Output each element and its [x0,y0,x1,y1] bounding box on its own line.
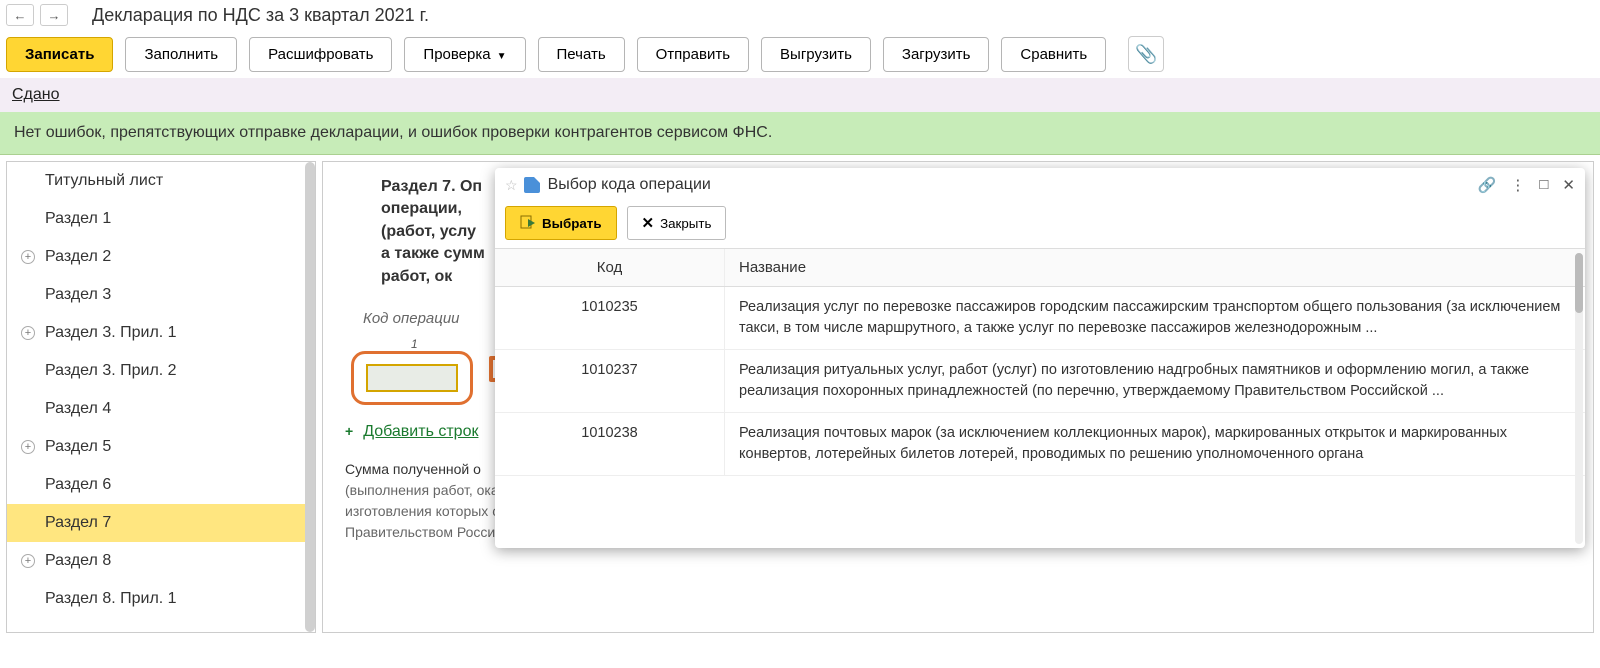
code-field-highlight [351,351,473,405]
sidebar-item[interactable]: + Раздел 3. Прил. 1 [7,314,315,352]
cell-name: Реализация ритуальных услуг, работ (услу… [725,350,1585,412]
nav-back-button[interactable]: ← [6,4,34,26]
sidebar: Титульный лист Раздел 1 + Раздел 2 Раздел 3 +… [6,161,316,633]
plus-icon: + [345,423,353,439]
send-button[interactable]: Отправить [637,37,749,72]
content-pane: Раздел 7. Опоперации,(работ, услуа также… [322,161,1594,633]
cell-code: 1010237 [495,350,725,412]
fill-button[interactable]: Заполнить [125,37,237,72]
sidebar-item-label: Раздел 4 [45,400,111,417]
download-button[interactable]: Загрузить [883,37,990,72]
nav-forward-button[interactable]: → [40,4,68,26]
code-input[interactable] [366,364,458,392]
sidebar-item-label: Раздел 7 [45,514,111,531]
sidebar-item[interactable]: + Раздел 8 [7,542,315,580]
table-row[interactable]: 1010237Реализация ритуальных услуг, рабо… [495,350,1585,413]
sidebar-item[interactable]: Раздел 3 [7,276,315,314]
cell-name: Реализация почтовых марок (за исключение… [725,413,1585,475]
sidebar-item-label: Раздел 3. Прил. 1 [45,324,177,341]
info-bar: Нет ошибок, препятствующих отправке декл… [0,112,1600,155]
sidebar-item-label: Раздел 6 [45,476,111,493]
add-row-link[interactable]: Добавить строк [363,423,478,441]
expand-icon[interactable]: + [21,554,35,568]
table-row[interactable]: 1010235Реализация услуг по перевозке пас… [495,287,1585,350]
sidebar-item[interactable]: Раздел 7 [7,504,315,542]
sidebar-item-label: Раздел 1 [45,210,111,227]
sidebar-item[interactable]: Раздел 8. Прил. 1 [7,580,315,618]
scrollbar[interactable] [1575,253,1583,544]
code-select-dialog: ☆ Выбор кода операции 🔗 ⋮ □ ✕ Выбрать ✕ … [495,168,1585,548]
x-icon: ✕ [642,214,655,232]
expand-icon[interactable]: + [21,440,35,454]
sidebar-item-label: Раздел 3. Прил. 2 [45,362,177,379]
sidebar-item-label: Титульный лист [45,172,163,189]
table-row[interactable]: 1010238Реализация почтовых марок (за иск… [495,413,1585,476]
sidebar-item[interactable]: Раздел 6 [7,466,315,504]
sidebar-item[interactable]: + Раздел 5 [7,428,315,466]
more-icon[interactable]: ⋮ [1510,176,1525,194]
page-title: Декларация по НДС за 3 квартал 2021 г. [92,5,429,26]
sidebar-item-label: Раздел 8. Прил. 1 [45,590,177,607]
column-header-code[interactable]: Код [495,249,725,286]
sidebar-item[interactable]: + Раздел 2 [7,238,315,276]
sidebar-item[interactable]: Раздел 4 [7,390,315,428]
sidebar-item[interactable]: Раздел 3. Прил. 2 [7,352,315,390]
link-icon[interactable]: 🔗 [1478,176,1497,194]
page-icon [524,177,540,193]
sidebar-item[interactable]: Титульный лист [7,162,315,200]
cell-name: Реализация услуг по перевозке пассажиров… [725,287,1585,349]
sidebar-item-label: Раздел 5 [45,438,111,455]
select-icon [520,215,536,231]
sidebar-item[interactable]: Раздел 1 [7,200,315,238]
upload-button[interactable]: Выгрузить [761,37,871,72]
expand-icon[interactable]: + [21,326,35,340]
expand-icon[interactable]: + [21,250,35,264]
sidebar-item-label: Раздел 3 [45,286,111,303]
dialog-title: Выбор кода операции [548,176,711,194]
cell-code: 1010238 [495,413,725,475]
check-button[interactable]: Проверка▼ [404,37,525,72]
close-icon[interactable]: ✕ [1562,176,1575,194]
close-button[interactable]: ✕ Закрыть [627,206,727,240]
scrollbar[interactable] [305,162,315,632]
print-button[interactable]: Печать [538,37,625,72]
cell-code: 1010235 [495,287,725,349]
select-button[interactable]: Выбрать [505,206,617,240]
decode-button[interactable]: Расшифровать [249,37,392,72]
sidebar-item-label: Раздел 2 [45,248,111,265]
status-link[interactable]: Сдано [12,86,60,103]
save-button[interactable]: Записать [6,37,113,72]
compare-button[interactable]: Сравнить [1001,37,1106,72]
chevron-down-icon: ▼ [497,51,507,62]
star-icon[interactable]: ☆ [505,177,518,194]
column-header-name[interactable]: Название [725,249,820,286]
row-number: 1 [411,337,418,351]
maximize-icon[interactable]: □ [1539,176,1548,194]
attach-button[interactable]: 📎 [1128,36,1164,72]
sidebar-item-label: Раздел 8 [45,552,111,569]
paperclip-icon: 📎 [1135,44,1157,65]
